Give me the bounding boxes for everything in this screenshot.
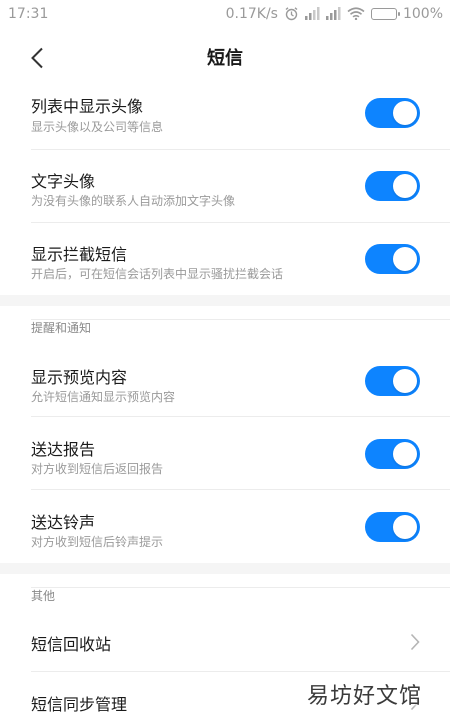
setting-row-delivery-report[interactable]: 送达报告 对方收到短信后返回报告 bbox=[0, 417, 450, 490]
toggle-knob bbox=[393, 101, 417, 125]
setting-title: 显示预览内容 bbox=[31, 368, 128, 387]
setting-title: 文字头像 bbox=[31, 172, 96, 191]
link-title: 短信同步管理 bbox=[31, 695, 128, 714]
toggle-knob bbox=[393, 247, 417, 271]
setting-row-show-blocked[interactable]: 显示拦截短信 开启后，可在短信会话列表中显示骚扰拦截会话 bbox=[0, 223, 450, 295]
setting-row-preview[interactable]: 显示预览内容 允许短信通知显示预览内容 bbox=[0, 344, 450, 417]
network-speed: 0.17K/s bbox=[225, 5, 278, 22]
setting-subtitle: 显示头像以及公司等信息 bbox=[31, 120, 164, 134]
alarm-icon bbox=[284, 6, 299, 21]
setting-row-show-avatar[interactable]: 列表中显示头像 显示头像以及公司等信息 bbox=[0, 87, 450, 150]
setting-subtitle: 为没有头像的联系人自动添加文字头像 bbox=[31, 194, 236, 208]
preview-toggle[interactable] bbox=[365, 366, 420, 396]
signal-icon bbox=[304, 7, 320, 20]
setting-subtitle: 对方收到短信后铃声提示 bbox=[31, 535, 164, 549]
setting-title: 显示拦截短信 bbox=[31, 245, 128, 264]
battery-level: 100% bbox=[402, 5, 443, 22]
setting-title: 送达报告 bbox=[31, 440, 96, 459]
text-avatar-toggle[interactable] bbox=[365, 171, 420, 201]
delivery-sound-toggle[interactable] bbox=[365, 512, 420, 542]
status-icons: 0.17K/s 100% bbox=[226, 6, 443, 22]
delivery-report-toggle[interactable] bbox=[365, 439, 420, 469]
setting-subtitle: 对方收到短信后返回报告 bbox=[31, 462, 164, 476]
toggle-knob bbox=[393, 174, 417, 198]
setting-row-delivery-sound[interactable]: 送达铃声 对方收到短信后铃声提示 bbox=[0, 490, 450, 563]
status-bar: 17:31 0.17K/s 100% bbox=[0, 0, 450, 27]
watermark: 易坊好文馆 bbox=[306, 684, 422, 709]
show-avatar-toggle[interactable] bbox=[365, 98, 420, 128]
page-title: 短信 bbox=[207, 48, 243, 69]
setting-subtitle: 开启后，可在短信会话列表中显示骚扰拦截会话 bbox=[31, 267, 284, 281]
wifi-icon bbox=[347, 7, 365, 20]
toggle-knob bbox=[393, 369, 417, 393]
setting-title: 列表中显示头像 bbox=[31, 97, 144, 116]
settings-list: 列表中显示头像 显示头像以及公司等信息 文字头像 为没有头像的联系人自动添加文字… bbox=[0, 87, 450, 720]
chevron-right-icon bbox=[410, 633, 420, 651]
setting-title: 送达铃声 bbox=[31, 513, 96, 532]
back-chevron-icon bbox=[31, 47, 43, 69]
divider bbox=[31, 587, 450, 588]
signal-icon bbox=[325, 7, 341, 20]
recycle-bin-row[interactable]: 短信回收站 bbox=[0, 612, 450, 672]
battery-icon bbox=[370, 7, 400, 20]
section-gap bbox=[0, 295, 450, 306]
section-header-label: 提醒和通知 bbox=[31, 321, 92, 335]
toggle-knob bbox=[393, 442, 417, 466]
setting-row-text-avatar[interactable]: 文字头像 为没有头像的联系人自动添加文字头像 bbox=[0, 150, 450, 223]
link-title: 短信回收站 bbox=[31, 635, 112, 654]
status-time: 17:31 bbox=[8, 5, 49, 22]
back-button[interactable] bbox=[22, 43, 52, 73]
section-header-other: 其他 bbox=[0, 574, 450, 612]
toggle-knob bbox=[393, 515, 417, 539]
section-gap bbox=[0, 563, 450, 574]
section-header-label: 其他 bbox=[31, 589, 56, 603]
divider bbox=[31, 319, 450, 320]
setting-subtitle: 允许短信通知显示预览内容 bbox=[31, 390, 176, 404]
section-header-notify: 提醒和通知 bbox=[0, 306, 450, 344]
show-blocked-toggle[interactable] bbox=[365, 244, 420, 274]
nav-bar: 短信 bbox=[0, 27, 450, 87]
